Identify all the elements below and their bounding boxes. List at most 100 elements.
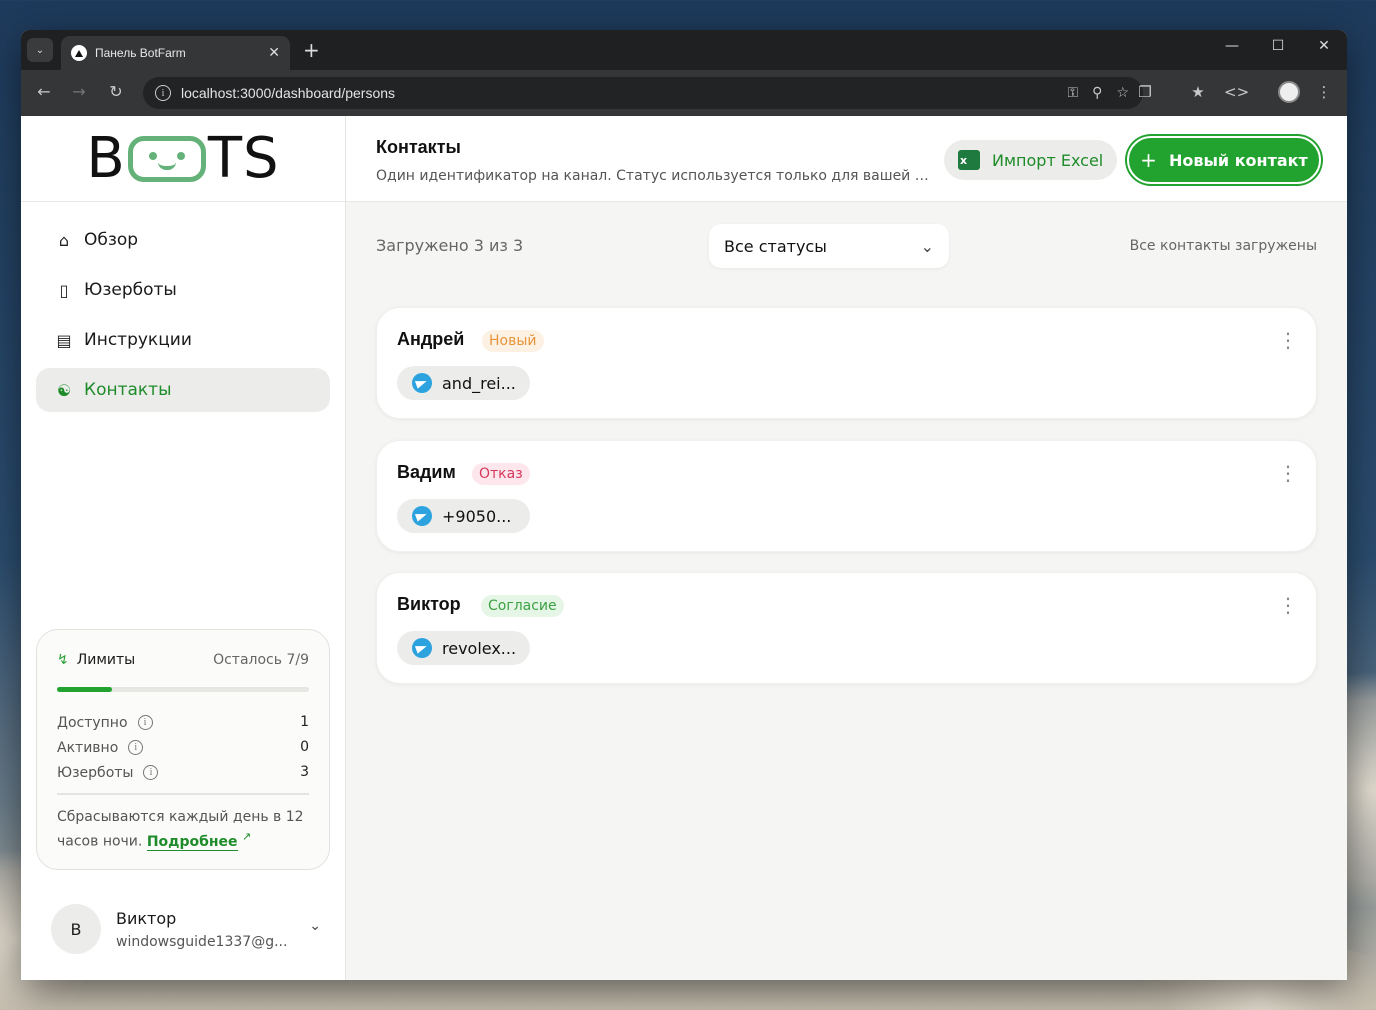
telegram-icon bbox=[412, 506, 432, 526]
sidebar-item-overview[interactable]: ⌂ Обзор bbox=[36, 218, 330, 262]
info-icon[interactable]: i bbox=[143, 765, 159, 780]
zoom-icon[interactable]: ⚲ bbox=[1092, 85, 1102, 101]
limits-note: Сбрасываются каждый день в 12 часов ночи… bbox=[57, 807, 309, 852]
limits-progress-bar bbox=[57, 687, 309, 692]
browser-tab[interactable]: Панель BotFarm ✕ bbox=[61, 36, 290, 70]
import-excel-label: Импорт Excel bbox=[992, 150, 1104, 170]
logo-area: B TS bbox=[21, 116, 345, 202]
channel-handle: +9050... bbox=[442, 506, 512, 526]
sidebar-nav: ⌂ Обзор ▯ Юзерботы ▤ Инструкции ☯ Контак… bbox=[21, 202, 345, 434]
contact-card[interactable]: Вадим Отказ ⋮ +9050... bbox=[376, 440, 1317, 552]
contact-name: Андрей bbox=[397, 329, 465, 349]
telegram-icon bbox=[412, 638, 432, 658]
sidebar-item-instructions[interactable]: ▤ Инструкции bbox=[36, 318, 330, 362]
limits-remaining: Осталось 7/9 bbox=[213, 652, 309, 668]
home-icon: ⌂ bbox=[58, 230, 70, 250]
limit-label: Юзерботы bbox=[57, 764, 134, 781]
plus-icon: + bbox=[1140, 148, 1157, 172]
limit-value: 3 bbox=[300, 764, 309, 780]
robot-face-icon bbox=[127, 135, 206, 182]
key-icon[interactable]: ⚿ bbox=[1068, 85, 1079, 101]
user-profile[interactable]: В Виктор windowsguide1337@g... ⌄ bbox=[51, 904, 321, 954]
sidebar: B TS ⌂ Обзор ▯ Юзерботы ▤ Инструкции ☯ К… bbox=[21, 116, 346, 980]
people-icon: ☯ bbox=[56, 380, 72, 400]
sidebar-item-userbots[interactable]: ▯ Юзерботы bbox=[36, 268, 330, 312]
reload-icon[interactable]: ↻ bbox=[106, 82, 126, 101]
excel-icon bbox=[958, 150, 980, 170]
info-icon[interactable]: i bbox=[128, 740, 144, 755]
limits-title: Лимиты bbox=[76, 652, 136, 668]
site-info-icon[interactable]: i bbox=[155, 85, 171, 101]
main-content: Контакты Один идентификатор на канал. Ст… bbox=[346, 116, 1347, 980]
new-contact-label: Новый контакт bbox=[1168, 150, 1308, 170]
page-header: Контакты Один идентификатор на канал. Ст… bbox=[346, 116, 1347, 202]
status-badge: Отказ bbox=[472, 463, 530, 485]
contact-card[interactable]: Виктор Согласие ⋮ revolex... bbox=[376, 572, 1317, 684]
contact-name: Виктор bbox=[397, 594, 461, 614]
profile-avatar-icon[interactable] bbox=[1278, 81, 1300, 103]
import-excel-button[interactable]: Импорт Excel bbox=[944, 140, 1118, 180]
omnibox[interactable]: i localhost:3000/dashboard/persons ⚿ ⚲ ☆ bbox=[143, 77, 1143, 109]
limit-label: Активно bbox=[57, 739, 119, 756]
channel-chip[interactable]: +9050... bbox=[397, 499, 530, 533]
limits-card: ↯ Лимиты Осталось 7/9 Доступно i 1 Активн… bbox=[36, 629, 330, 870]
phone-icon: ▯ bbox=[59, 280, 69, 300]
more-menu-icon[interactable]: ⋮ bbox=[1278, 595, 1298, 615]
contact-card[interactable]: Андрей Новый ⋮ and_rei... bbox=[376, 307, 1317, 419]
maximize-button[interactable]: ☐ bbox=[1266, 38, 1290, 54]
contacts-toolbar: Загружено 3 из 3 Все статусы ⌄ Все конта… bbox=[376, 224, 1317, 268]
more-info-link[interactable]: Подробнее bbox=[146, 833, 238, 851]
status-filter-select[interactable]: Все статусы ⌄ bbox=[709, 224, 949, 268]
tab-bar: ⌄ Панель BotFarm ✕ + — ☐ ✕ bbox=[21, 30, 1347, 70]
app-root: B TS ⌂ Обзор ▯ Юзерботы ▤ Инструкции ☯ К… bbox=[21, 116, 1347, 980]
kebab-menu-icon[interactable]: ⋮ bbox=[1314, 83, 1334, 101]
status-filter-value: Все статусы bbox=[724, 236, 827, 256]
external-link-icon: ↗ bbox=[242, 830, 252, 843]
logo-text-left: B bbox=[86, 126, 126, 191]
all-loaded-text: Все контакты загружены bbox=[1129, 238, 1317, 254]
more-menu-icon[interactable]: ⋮ bbox=[1278, 463, 1298, 483]
chevron-down-icon: ⌄ bbox=[920, 236, 934, 256]
minimize-button[interactable]: — bbox=[1220, 38, 1244, 54]
sidebar-item-label: Контакты bbox=[84, 380, 172, 400]
status-badge: Новый bbox=[482, 330, 544, 352]
more-menu-icon[interactable]: ⋮ bbox=[1278, 330, 1298, 350]
close-window-button[interactable]: ✕ bbox=[1312, 38, 1336, 54]
back-icon[interactable]: ← bbox=[34, 82, 54, 101]
limit-row: Доступно i 1 bbox=[57, 714, 309, 731]
lightning-icon: ↯ bbox=[57, 652, 69, 668]
contact-name: Вадим bbox=[397, 462, 456, 482]
divider bbox=[57, 793, 309, 795]
page-title: Контакты bbox=[376, 137, 461, 157]
browser-window: ⌄ Панель BotFarm ✕ + — ☐ ✕ ← → ↻ i local… bbox=[21, 30, 1347, 980]
loaded-count: Загружено 3 из 3 bbox=[376, 236, 524, 255]
tab-close-icon[interactable]: ✕ bbox=[268, 45, 280, 61]
logo[interactable]: B TS bbox=[86, 126, 279, 191]
bookmarks-icon[interactable]: ★ bbox=[1188, 83, 1208, 101]
url-text[interactable]: localhost:3000/dashboard/persons bbox=[181, 85, 1068, 101]
sidebar-item-label: Обзор bbox=[84, 230, 139, 250]
devtools-icon[interactable]: <> bbox=[1224, 83, 1249, 101]
telegram-icon bbox=[412, 373, 432, 393]
limit-label: Доступно bbox=[57, 714, 128, 731]
chevron-down-icon[interactable]: ⌄ bbox=[309, 918, 321, 934]
new-contact-button[interactable]: + Новый контакт bbox=[1127, 136, 1321, 184]
bookmark-star-icon[interactable]: ☆ bbox=[1116, 85, 1129, 101]
info-icon[interactable]: i bbox=[137, 715, 153, 730]
tab-search-button[interactable]: ⌄ bbox=[27, 38, 53, 62]
address-bar: ← → ↻ i localhost:3000/dashboard/persons… bbox=[21, 70, 1347, 116]
limit-row: Юзерботы i 3 bbox=[57, 764, 309, 781]
limit-value: 1 bbox=[300, 714, 309, 730]
extensions-icon[interactable]: ❐ bbox=[1135, 83, 1155, 101]
forward-icon[interactable]: → bbox=[69, 82, 89, 101]
channel-chip[interactable]: and_rei... bbox=[397, 366, 530, 400]
sidebar-item-label: Инструкции bbox=[84, 330, 192, 350]
new-tab-button[interactable]: + bbox=[303, 38, 320, 62]
status-badge: Согласие bbox=[481, 595, 564, 617]
channel-chip[interactable]: revolex... bbox=[397, 631, 530, 665]
sidebar-item-contacts[interactable]: ☯ Контакты bbox=[36, 368, 330, 412]
sidebar-item-label: Юзерботы bbox=[84, 280, 177, 300]
user-email: windowsguide1337@g... bbox=[116, 933, 288, 950]
user-name: Виктор bbox=[116, 908, 177, 928]
page-subtitle: Один идентификатор на канал. Статус испо… bbox=[376, 168, 931, 184]
